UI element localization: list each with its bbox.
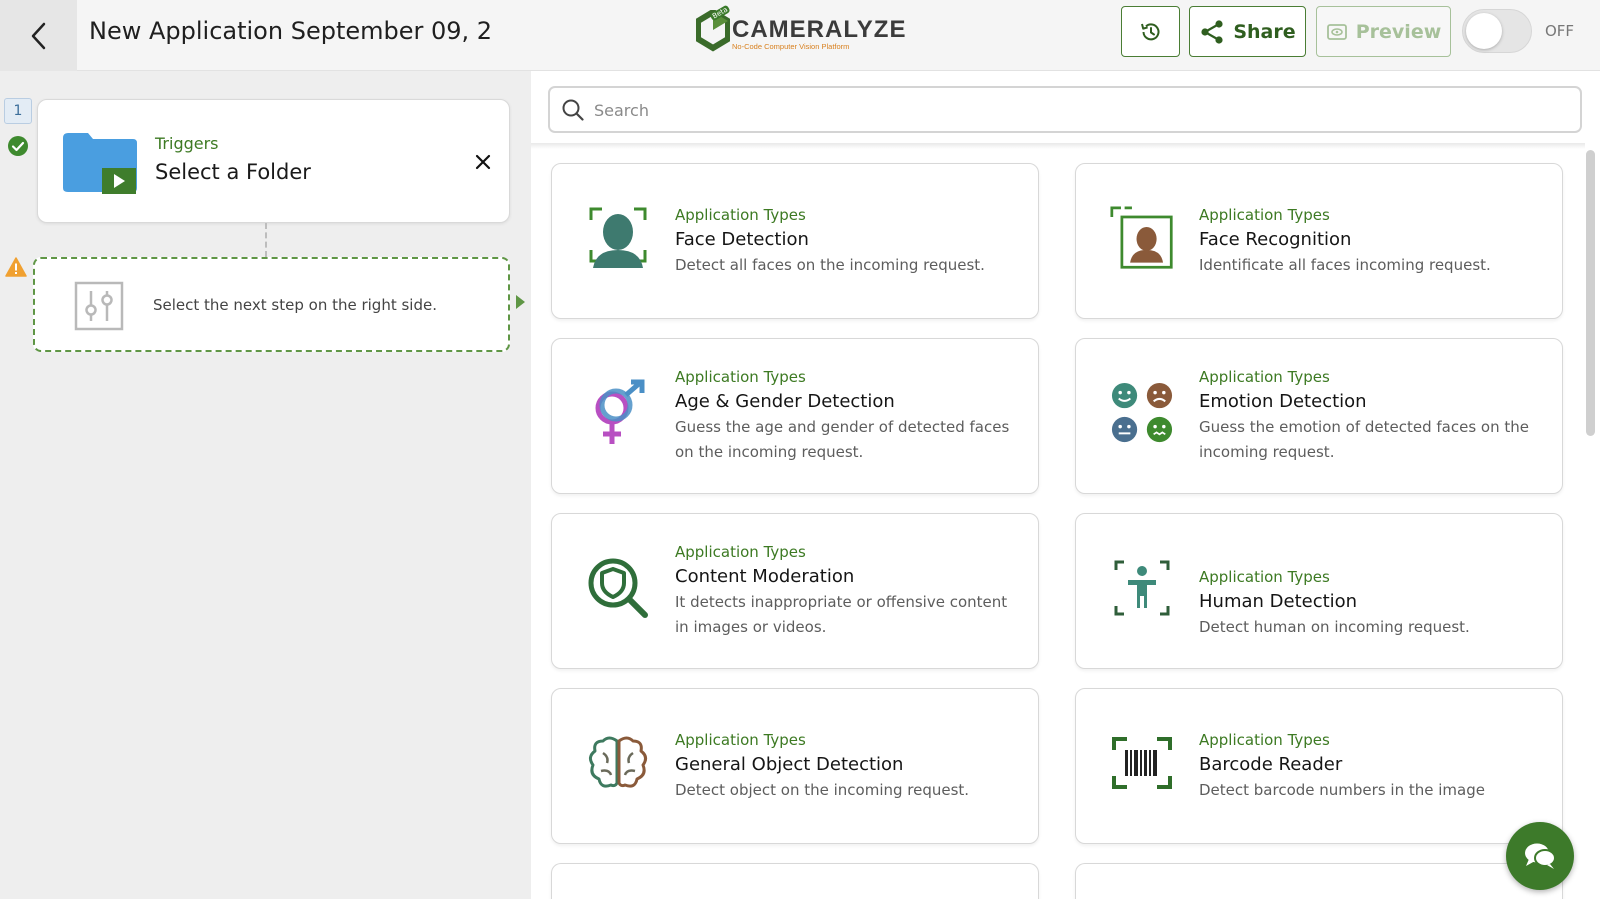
- brain-icon: [586, 731, 650, 795]
- card-human-detection[interactable]: Application Types Human Detection Detect…: [1075, 513, 1563, 669]
- card-description: Detect all faces on the incoming request…: [675, 256, 985, 274]
- chat-bubbles-icon: [1525, 843, 1556, 869]
- chevron-left-icon: [31, 22, 45, 49]
- top-header: New Application September 09, 2 Beta CAM…: [0, 0, 1600, 71]
- card-title: General Object Detection: [675, 754, 904, 775]
- cameralyze-logo: Beta CAMERALYZE No-Code Computer Vision …: [696, 4, 907, 54]
- face-detection-icon: [586, 206, 650, 270]
- card-type-label: Application Types: [1199, 731, 1330, 749]
- close-icon: [475, 154, 491, 170]
- card-type-label: Application Types: [1199, 206, 1330, 224]
- next-step-instruction: Select the next step on the right side.: [153, 296, 437, 314]
- share-label: Share: [1233, 20, 1296, 43]
- card-general-object-detection[interactable]: Application Types General Object Detecti…: [551, 688, 1039, 844]
- card-content-moderation[interactable]: Application Types Content Moderation It …: [551, 513, 1039, 669]
- sliders-icon: [74, 281, 124, 331]
- card-face-recognition[interactable]: Application Types Face Recognition Ident…: [1075, 163, 1563, 319]
- back-button[interactable]: [0, 0, 77, 71]
- card-description: Detect object on the incoming request.: [675, 781, 970, 799]
- check-circle-icon: [8, 136, 28, 156]
- preview-button[interactable]: Preview: [1316, 6, 1451, 57]
- card-partial-next[interactable]: [1075, 863, 1563, 899]
- card-text: Application Types Face Detection Detect …: [675, 205, 1025, 278]
- search-divider: [531, 143, 1585, 149]
- preview-icon: [1326, 23, 1347, 40]
- human-detection-icon: [1110, 556, 1174, 620]
- barcode-icon: [1110, 731, 1174, 795]
- content-moderation-icon: [586, 556, 650, 620]
- card-text: Application Types Face Recognition Ident…: [1199, 205, 1549, 278]
- share-icon: [1201, 19, 1223, 44]
- card-title: Barcode Reader: [1199, 754, 1343, 775]
- application-title[interactable]: New Application September 09, 2: [89, 17, 492, 45]
- card-type-label: Application Types: [675, 543, 806, 561]
- workflow-panel: 1 Triggers Select a Folder Select the ne…: [0, 71, 531, 899]
- card-title: Face Detection: [675, 229, 809, 250]
- trigger-title: Select a Folder: [155, 160, 311, 184]
- step-connector: [265, 223, 267, 257]
- warning-icon: [5, 257, 27, 277]
- card-description: Guess the emotion of detected faces on t…: [1199, 418, 1529, 461]
- toggle-status-label: OFF: [1545, 22, 1575, 40]
- preview-label: Preview: [1355, 20, 1442, 43]
- card-partial-next[interactable]: [551, 863, 1039, 899]
- history-button[interactable]: [1121, 6, 1180, 57]
- trigger-step-card[interactable]: Triggers Select a Folder: [37, 99, 510, 223]
- card-description: Identificate all faces incoming request.: [1199, 256, 1491, 274]
- card-text: Application Types Emotion Detection Gues…: [1199, 367, 1549, 465]
- card-text: Application Types Human Detection Detect…: [1199, 567, 1549, 640]
- card-face-detection[interactable]: Application Types Face Detection Detect …: [551, 163, 1039, 319]
- card-text: Application Types Age & Gender Detection…: [675, 367, 1025, 465]
- face-recognition-icon: [1110, 206, 1174, 270]
- search-box[interactable]: [548, 86, 1582, 133]
- chat-support-button[interactable]: [1506, 822, 1574, 890]
- card-title: Human Detection: [1199, 591, 1358, 612]
- share-button[interactable]: Share: [1189, 6, 1306, 57]
- next-step-placeholder[interactable]: Select the next step on the right side.: [33, 257, 510, 352]
- activate-toggle[interactable]: [1462, 9, 1532, 53]
- folder-video-icon: [63, 133, 137, 194]
- card-title: Content Moderation: [675, 566, 855, 587]
- card-type-label: Application Types: [675, 368, 806, 386]
- card-text: Application Types General Object Detecti…: [675, 730, 1025, 803]
- card-description: It detects inappropriate or offensive co…: [675, 593, 1008, 636]
- card-description: Detect human on incoming request.: [1199, 618, 1470, 636]
- card-type-label: Application Types: [675, 731, 806, 749]
- card-text: Application Types Barcode Reader Detect …: [1199, 730, 1549, 803]
- trigger-type-label: Triggers: [155, 134, 219, 153]
- next-step-arrow-icon: [516, 295, 525, 309]
- card-age-gender-detection[interactable]: Application Types Age & Gender Detection…: [551, 338, 1039, 494]
- card-list-scrollbar[interactable]: [1586, 150, 1595, 436]
- card-title: Emotion Detection: [1199, 391, 1367, 412]
- card-emotion-detection[interactable]: Application Types Emotion Detection Gues…: [1075, 338, 1563, 494]
- card-title: Age & Gender Detection: [675, 391, 895, 412]
- search-icon: [562, 99, 584, 121]
- step-number-badge: 1: [4, 98, 32, 124]
- remove-trigger-button[interactable]: [471, 150, 495, 174]
- card-barcode-reader[interactable]: Application Types Barcode Reader Detect …: [1075, 688, 1563, 844]
- card-description: Guess the age and gender of detected fac…: [675, 418, 1010, 461]
- toggle-knob: [1466, 13, 1502, 49]
- logo-tagline: No-Code Computer Vision Platform: [732, 42, 850, 51]
- logo-wordmark: CAMERALYZE: [732, 16, 907, 43]
- search-input[interactable]: [594, 97, 1564, 123]
- gender-icon: [586, 379, 650, 445]
- card-text: Application Types Content Moderation It …: [675, 542, 1025, 640]
- card-type-label: Application Types: [1199, 368, 1330, 386]
- card-type-label: Application Types: [675, 206, 806, 224]
- card-title: Face Recognition: [1199, 229, 1352, 250]
- card-type-label: Application Types: [1199, 568, 1330, 586]
- card-description: Detect barcode numbers in the image: [1199, 781, 1485, 799]
- emotion-faces-icon: [1110, 381, 1174, 445]
- history-icon: [1140, 22, 1159, 40]
